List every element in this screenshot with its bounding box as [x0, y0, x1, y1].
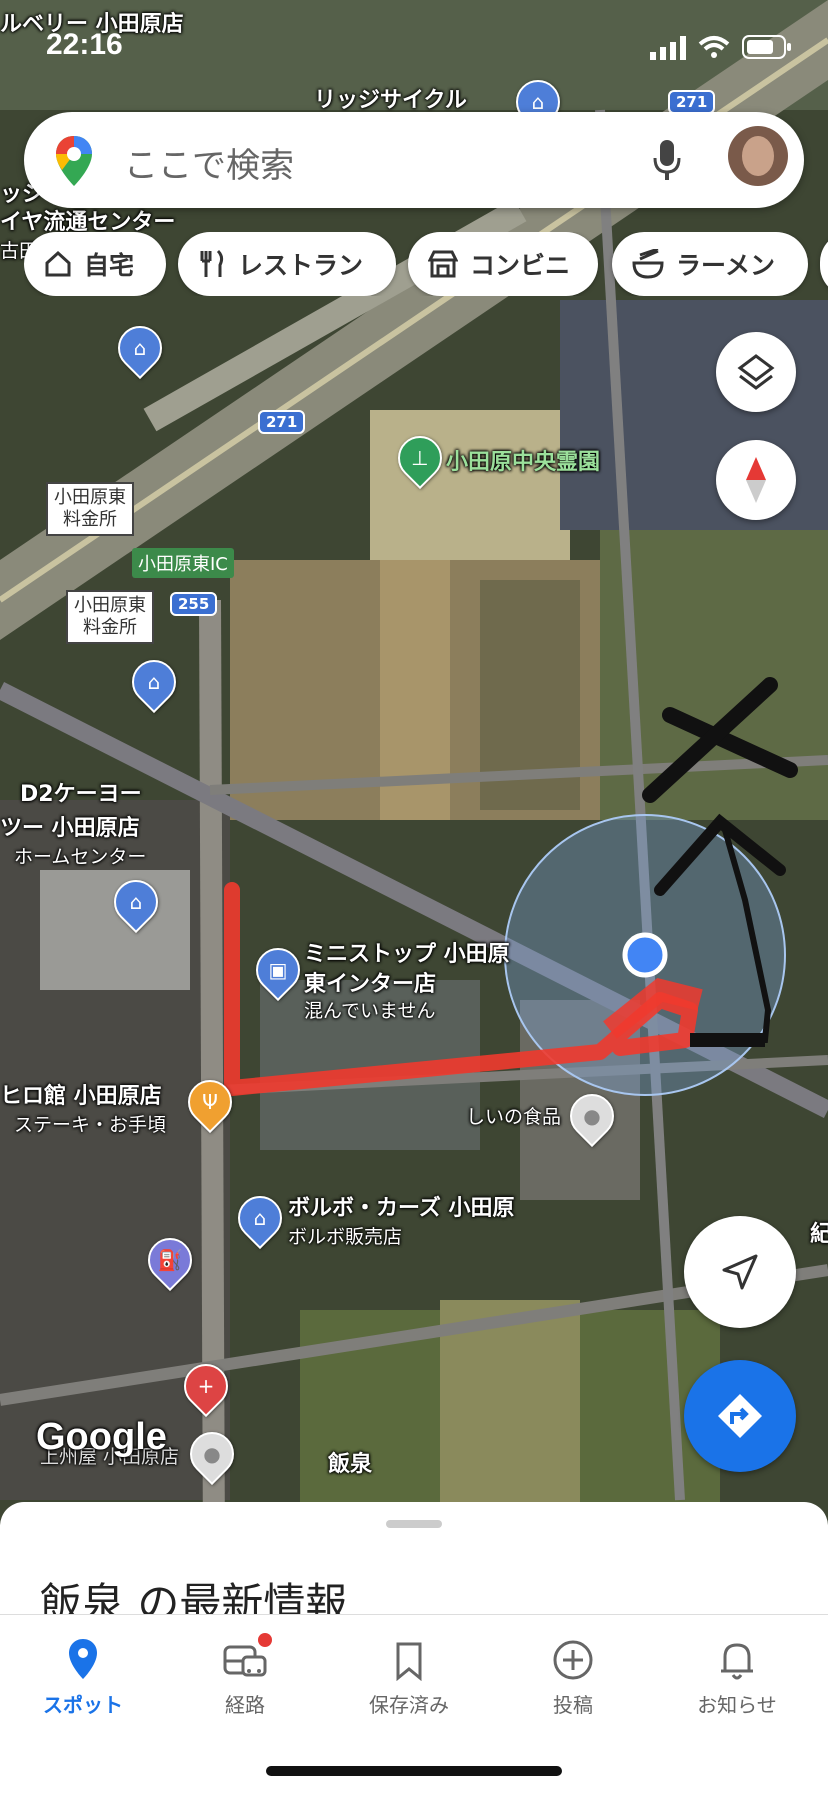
tollbooth-label[interactable]: 小田原東 料金所: [66, 590, 154, 644]
location-pin-icon: [69, 1639, 97, 1679]
chip-label: レストラン: [238, 251, 364, 280]
microphone-icon[interactable]: [652, 138, 682, 182]
store-icon: [428, 250, 458, 278]
navigation-arrow-icon: [722, 1254, 758, 1290]
chip-label: 自宅: [84, 251, 135, 280]
bookmark-icon: [396, 1642, 422, 1681]
compass-button[interactable]: [716, 440, 796, 520]
category-chips: 自宅 レストラン コンビニ ラーメン: [24, 232, 828, 296]
chip-restaurant[interactable]: レストラン: [178, 232, 396, 296]
directions-icon: [718, 1394, 762, 1438]
route-shield: 271: [668, 90, 716, 114]
place-label[interactable]: ボルボ・カーズ 小田原: [288, 1196, 515, 1222]
place-label[interactable]: ボルボ販売店: [288, 1226, 402, 1248]
place-label[interactable]: 飯泉: [328, 1452, 372, 1478]
tab-commute[interactable]: 経路: [162, 1629, 328, 1718]
compass-icon: [746, 457, 766, 503]
place-label[interactable]: 混んでいません: [304, 1000, 435, 1022]
route-shield: 271: [258, 410, 306, 434]
commute-icon: [223, 1645, 267, 1677]
layers-button[interactable]: [716, 332, 796, 412]
chip-convenience-store[interactable]: コンビニ: [408, 232, 598, 296]
directions-button[interactable]: [684, 1360, 796, 1472]
place-label[interactable]: ミニストップ 小田原: [304, 942, 510, 968]
notification-dot: [258, 1633, 272, 1647]
tab-label: 経路: [225, 1693, 265, 1717]
tab-explore[interactable]: スポット: [0, 1629, 166, 1718]
search-input[interactable]: ここで検索: [124, 138, 294, 187]
place-label[interactable]: ステーキ・お手頃: [14, 1114, 166, 1136]
place-label[interactable]: リッジサイクル: [314, 88, 467, 114]
tab-label: 投稿: [553, 1693, 593, 1717]
tab-label: スポット: [43, 1693, 123, 1717]
interchange-label[interactable]: 小田原東IC: [132, 548, 234, 578]
bell-icon: [721, 1643, 753, 1680]
avatar[interactable]: [728, 126, 788, 186]
tab-label: お知らせ: [697, 1693, 777, 1717]
google-maps-logo-icon: [56, 136, 92, 186]
place-label[interactable]: 紀: [810, 1222, 828, 1248]
tab-contribute[interactable]: 投稿: [490, 1629, 656, 1718]
wifi-icon: [698, 36, 730, 58]
status-bar: 22:16: [0, 28, 828, 68]
home-indicator: [266, 1766, 562, 1776]
chip-label: コンビニ: [470, 251, 571, 280]
restaurant-icon: [200, 249, 224, 277]
chip-label: ラーメン: [676, 251, 776, 280]
place-label[interactable]: ツー 小田原店: [0, 816, 140, 842]
tab-label: 保存済み: [369, 1693, 449, 1717]
tab-updates[interactable]: お知らせ: [654, 1629, 820, 1718]
ramen-icon: [632, 249, 664, 279]
layers-icon: [737, 354, 775, 390]
search-bar[interactable]: ここで検索: [24, 112, 804, 208]
chip-more[interactable]: [820, 232, 828, 296]
google-logo: Google: [36, 1416, 167, 1458]
route-shield: 255: [170, 592, 218, 616]
tab-saved[interactable]: 保存済み: [326, 1629, 492, 1718]
chip-home[interactable]: 自宅: [24, 232, 166, 296]
place-label[interactable]: しいの食品: [466, 1106, 561, 1128]
chip-ramen[interactable]: ラーメン: [612, 232, 808, 296]
place-label[interactable]: 小田原中央霊園: [446, 450, 600, 476]
place-label[interactable]: ホームセンター: [14, 846, 146, 868]
add-circle-icon: [553, 1640, 593, 1680]
status-time: 22:16: [46, 28, 123, 61]
battery-icon: [742, 35, 791, 59]
place-label[interactable]: 東インター店: [304, 972, 436, 998]
tollbooth-label[interactable]: 小田原東 料金所: [46, 482, 134, 536]
signal-icon: [650, 36, 686, 60]
home-icon: [45, 250, 71, 277]
my-location-button[interactable]: [684, 1216, 796, 1328]
sheet-handle[interactable]: [386, 1520, 442, 1528]
place-label[interactable]: D2ケーヨー: [20, 782, 142, 808]
place-label[interactable]: ヒロ館 小田原店: [0, 1084, 162, 1110]
